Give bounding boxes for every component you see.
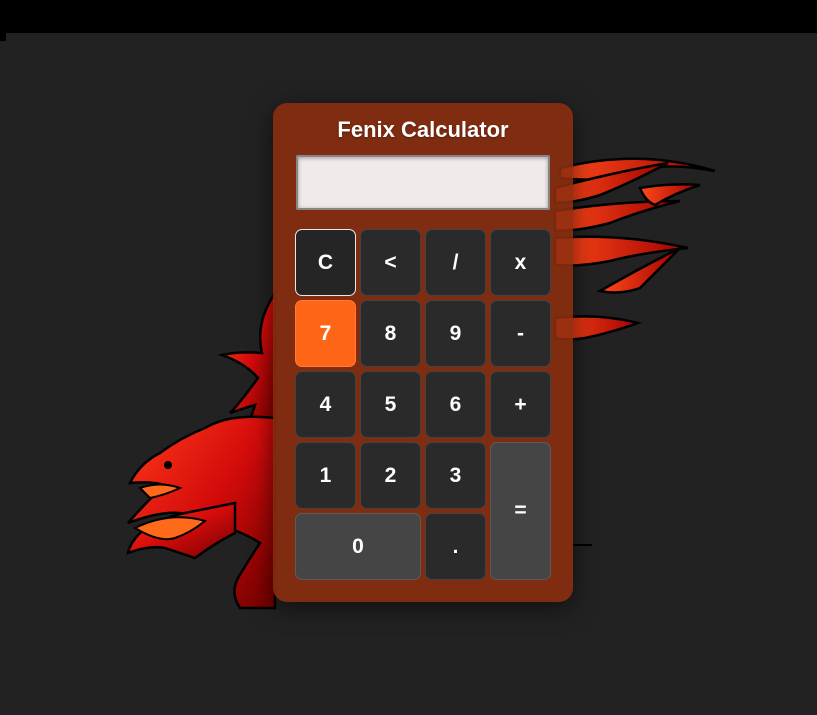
digit-5-button[interactable]: 5 [360,371,421,438]
multiply-button[interactable]: x [490,229,551,296]
equals-button[interactable]: = [490,442,551,580]
calculator-title: Fenix Calculator [337,117,509,142]
digit-7-button[interactable]: 7 [295,300,356,367]
top-black-bar [0,0,817,33]
subtract-button[interactable]: - [490,300,551,367]
divide-button[interactable]: / [425,229,486,296]
clear-button[interactable]: C [295,229,356,296]
digit-3-button[interactable]: 3 [425,442,486,509]
digit-2-button[interactable]: 2 [360,442,421,509]
digit-8-button[interactable]: 8 [360,300,421,367]
calculator-display[interactable] [296,155,550,210]
digit-0-button[interactable]: 0 [295,513,421,580]
digit-4-button[interactable]: 4 [295,371,356,438]
digit-1-button[interactable]: 1 [295,442,356,509]
calculator-panel: Fenix Calculator C < / x 7 8 9 - 4 5 6 +… [273,103,573,602]
backspace-button[interactable]: < [360,229,421,296]
digit-6-button[interactable]: 6 [425,371,486,438]
add-button[interactable]: + [490,371,551,438]
digit-9-button[interactable]: 9 [425,300,486,367]
corner-mark [0,33,6,41]
decimal-button[interactable]: . [425,513,486,580]
